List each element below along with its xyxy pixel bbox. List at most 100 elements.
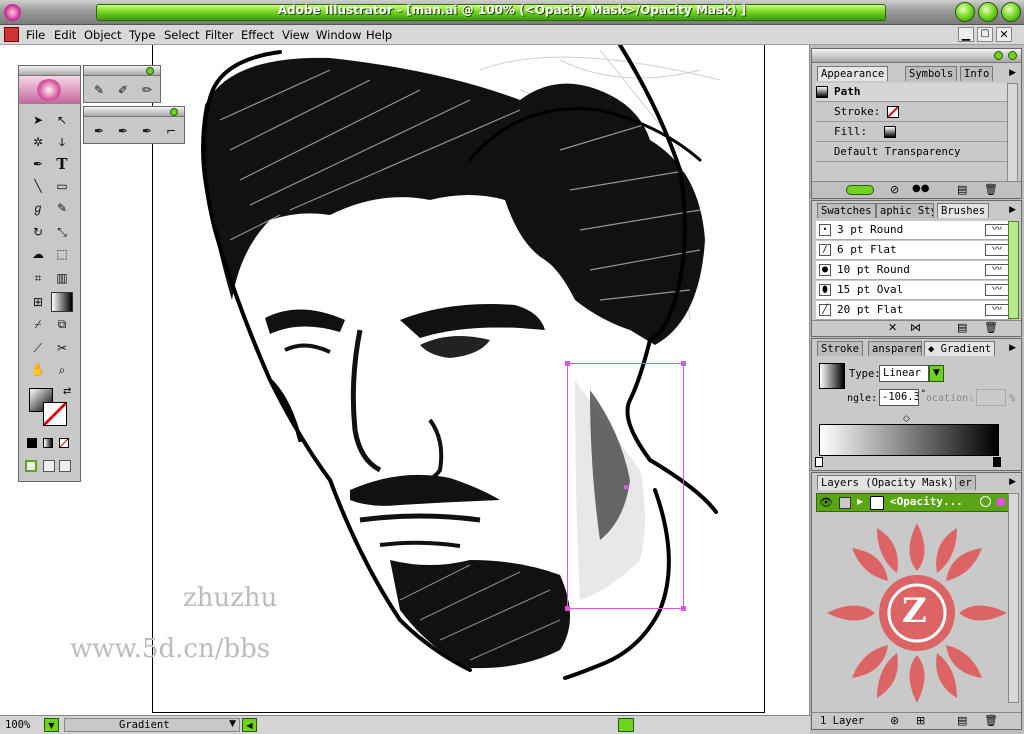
new-sublayer-icon[interactable]: ⊞ xyxy=(916,714,925,727)
selection-square-icon[interactable] xyxy=(997,498,1005,506)
status-tool-field[interactable]: Gradient ▼ xyxy=(64,718,240,732)
layer-row[interactable]: 👁 ▶ <Opacity... xyxy=(816,493,1012,512)
tab-symbols[interactable]: Symbols xyxy=(905,66,958,81)
document-icon[interactable] xyxy=(4,27,19,42)
tab-transparency[interactable]: ansparen xyxy=(868,341,922,356)
convert-anchor-tool-icon[interactable]: ⌐ xyxy=(160,121,182,141)
scroll-left-icon[interactable]: ◀ xyxy=(242,718,257,732)
mesh-tool-icon[interactable]: ⊞ xyxy=(27,292,49,312)
appearance-stroke-row[interactable]: Stroke: xyxy=(816,103,1009,122)
new-art-basic-button[interactable] xyxy=(846,185,874,195)
pencil-tool-icon[interactable]: ✎ xyxy=(88,80,110,100)
graph-tool-icon[interactable]: ▥ xyxy=(51,268,73,288)
brushes-scrollbar[interactable] xyxy=(1008,221,1019,319)
appearance-scrollbar[interactable] xyxy=(1007,83,1018,183)
panel-menu-icon[interactable]: ▶ xyxy=(1009,343,1016,353)
appearance-fill-row[interactable]: Fill: xyxy=(816,123,1009,142)
angle-input[interactable]: -106.3 xyxy=(879,389,919,406)
flyout-header[interactable] xyxy=(84,107,184,117)
remove-brush-stroke-icon[interactable]: ✕ xyxy=(888,321,897,334)
minimize-button[interactable] xyxy=(955,2,975,22)
panel-minimize-icon[interactable] xyxy=(994,51,1003,60)
selection-tool-icon[interactable]: ➤ xyxy=(27,110,49,130)
type-tool-icon[interactable]: T xyxy=(51,154,73,174)
gradient-tool-icon[interactable] xyxy=(51,292,73,312)
appearance-object-row[interactable]: Path xyxy=(816,83,1009,102)
selection-handle[interactable] xyxy=(565,606,570,611)
expand-triangle-icon[interactable]: ▶ xyxy=(857,497,863,506)
screen-mode-menu[interactable] xyxy=(43,460,55,472)
line-tool-icon[interactable]: ╲ xyxy=(27,176,49,196)
selection-handle[interactable] xyxy=(681,606,686,611)
panel-close-icon[interactable] xyxy=(1008,51,1017,60)
free-transform-tool-icon[interactable]: ⬚ xyxy=(51,244,73,264)
location-input[interactable] xyxy=(976,389,1006,406)
tab-appearance[interactable]: Appearance xyxy=(817,66,889,81)
maximize-button[interactable] xyxy=(978,2,998,22)
toolbox-header[interactable] xyxy=(19,66,80,76)
tab-layers[interactable]: Layers (Opacity Mask) xyxy=(817,475,958,490)
zoom-tool-icon[interactable]: ⌕ xyxy=(51,360,73,380)
gradient-stop-white[interactable] xyxy=(815,457,823,467)
menu-file[interactable]: File xyxy=(26,28,45,42)
pen-tool-icon[interactable]: ✒ xyxy=(27,154,49,174)
panel-menu-icon[interactable]: ▶ xyxy=(1009,68,1016,78)
horizontal-scroll-thumb[interactable] xyxy=(618,718,634,732)
tab-other[interactable]: er xyxy=(955,475,976,490)
new-brush-icon[interactable]: ▤ xyxy=(957,321,967,334)
selection-handle[interactable] xyxy=(624,485,628,489)
screen-mode-full[interactable] xyxy=(59,460,71,472)
menu-window[interactable]: Window xyxy=(316,28,361,42)
paintbrush-tool-icon[interactable]: ℊ xyxy=(27,198,49,218)
scale-tool-icon[interactable]: ⤡ xyxy=(51,222,73,242)
hand-tool-icon[interactable]: ✋ xyxy=(27,360,49,380)
add-anchor-tool-icon[interactable]: ✒ xyxy=(112,121,134,141)
eyedropper-tool-icon[interactable]: ⌿ xyxy=(27,314,49,334)
make-clipping-mask-icon[interactable]: ⊛ xyxy=(890,714,899,727)
flyout-header[interactable] xyxy=(84,66,160,76)
doc-close-icon[interactable]: ✕ xyxy=(996,27,1012,42)
symbol-sprayer-tool-icon[interactable]: ⌗ xyxy=(27,268,49,288)
appearance-transparency-row[interactable]: Default Transparency xyxy=(816,143,1009,162)
menu-filter[interactable]: Filter xyxy=(205,28,233,42)
menu-type[interactable]: Type xyxy=(129,28,155,42)
scissors-tool-icon[interactable]: ✂ xyxy=(51,338,73,358)
menu-help[interactable]: Help xyxy=(366,28,392,42)
smooth-tool-icon[interactable]: ✐ xyxy=(112,80,134,100)
pen-tool-icon[interactable]: ✒ xyxy=(88,121,110,141)
target-circle-icon[interactable] xyxy=(980,496,991,507)
brush-item[interactable]: ╱ 20 pt Flat 〰 xyxy=(816,301,1012,320)
pencil-tool-icon[interactable]: ✎ xyxy=(51,198,73,218)
brush-item[interactable]: • 3 pt Round 〰 xyxy=(816,221,1012,240)
screen-mode-normal[interactable] xyxy=(25,460,37,472)
zoom-dropdown-icon[interactable]: ▼ xyxy=(44,718,59,732)
delete-layer-icon[interactable]: 🗑 xyxy=(984,714,998,727)
panel-menu-icon[interactable]: ▶ xyxy=(1009,477,1016,487)
gradient-stop-black[interactable] xyxy=(993,457,1001,467)
none-mode-button[interactable] xyxy=(59,438,69,448)
selection-handle[interactable] xyxy=(565,361,570,366)
close-button[interactable] xyxy=(1001,2,1021,22)
layers-scrollbar[interactable] xyxy=(1008,493,1019,703)
chevron-down-icon[interactable]: ▼ xyxy=(229,719,236,729)
tab-stroke[interactable]: Stroke xyxy=(817,341,863,356)
selection-handle[interactable] xyxy=(681,361,686,366)
rotate-tool-icon[interactable]: ↻ xyxy=(27,222,49,242)
menu-object[interactable]: Object xyxy=(84,28,121,42)
warp-tool-icon[interactable]: ☁ xyxy=(27,244,49,264)
color-mode-button[interactable] xyxy=(27,438,37,448)
rectangle-tool-icon[interactable]: ▭ xyxy=(51,176,73,196)
clear-appearance-icon[interactable]: ⊘ xyxy=(890,183,899,196)
path-eraser-tool-icon[interactable]: ✏ xyxy=(136,80,158,100)
gradient-ramp[interactable] xyxy=(819,424,999,456)
stroke-swatch[interactable] xyxy=(43,402,67,426)
chevron-down-icon[interactable]: ▼ xyxy=(929,365,944,382)
brush-item[interactable]: / 6 pt Flat 〰 xyxy=(816,241,1012,260)
midpoint-diamond-icon[interactable]: ◇ xyxy=(903,414,910,424)
flyout-close-icon[interactable] xyxy=(170,108,178,116)
lasso-tool-icon[interactable]: ↆ xyxy=(51,132,73,152)
brush-item[interactable]: ⬮ 15 pt Oval 〰 xyxy=(816,281,1012,300)
blend-tool-icon[interactable]: ⧉ xyxy=(51,314,73,334)
brush-item[interactable]: ● 10 pt Round 〰 xyxy=(816,261,1012,280)
panel-menu-icon[interactable]: ▶ xyxy=(1009,205,1016,215)
